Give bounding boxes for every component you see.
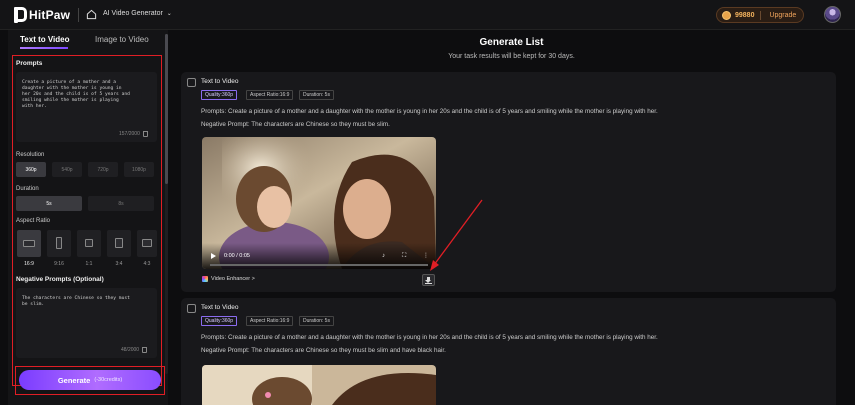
left-panel: Text to Video Image to Video Prompts Cre…: [8, 30, 168, 405]
enhancer-label: Video Enhancer >: [211, 276, 255, 282]
video-player[interactable]: [202, 365, 436, 405]
resolution-1080p[interactable]: 1080p: [124, 162, 154, 177]
video-player[interactable]: 0:00 / 0:05 ♪ ⛶ ⋮: [202, 137, 436, 269]
generate-highlight: Generate (-30credits): [15, 366, 165, 395]
resolution-360p[interactable]: 360p: [16, 162, 46, 177]
download-button[interactable]: [422, 274, 435, 286]
negative-counter: 48/2000: [121, 347, 148, 353]
generate-label: Generate: [57, 375, 91, 385]
credits-pill: 99880 Upgrade: [716, 7, 804, 23]
hitpaw-logo-icon: [14, 7, 27, 23]
aspect-16-9[interactable]: [17, 230, 41, 257]
quality-tag: Quality:360p: [201, 90, 238, 100]
video-progress-bar[interactable]: [210, 264, 428, 266]
resolution-540p[interactable]: 540p: [52, 162, 82, 177]
download-tray: [425, 283, 432, 284]
fullscreen-icon[interactable]: ⛶: [402, 253, 406, 260]
credits-value: 99880: [735, 11, 755, 19]
negative-prompts-label: Negative Prompts (Optional): [16, 276, 104, 283]
duration-5s[interactable]: 5s: [16, 196, 82, 211]
aspect-label-3-4: 3:4: [115, 261, 123, 267]
home-icon[interactable]: [86, 9, 97, 20]
chevron-down-icon: ⌄: [166, 11, 172, 17]
aspect-label-1-1: 1:1: [85, 261, 93, 267]
prompt-text: Create a picture of a mother and a daugh…: [22, 80, 130, 109]
aspect-ratio-label: Aspect Ratio: [16, 218, 51, 224]
card-negative-prompt: Negative Prompt: The characters are Chin…: [201, 121, 390, 128]
play-icon[interactable]: [211, 253, 216, 259]
card-prompt: Prompts: Create a picture of a mother an…: [201, 334, 658, 341]
resolution-label: Resolution: [16, 152, 45, 158]
video-time: 0:00 / 0:05: [224, 253, 250, 259]
card-title: Text to Video: [201, 304, 239, 311]
negative-count: 48/2000: [121, 347, 140, 353]
prompt-count: 157/2000: [119, 131, 140, 137]
generate-button[interactable]: Generate (-30credits): [19, 370, 161, 390]
prompt-textarea[interactable]: Create a picture of a mother and a daugh…: [16, 72, 157, 142]
ratio-1-1-icon: [85, 239, 93, 247]
volume-icon[interactable]: ♪: [382, 253, 385, 260]
ratio-3-4-icon: [115, 238, 123, 248]
logo-text: HitPaw: [29, 8, 71, 22]
aspect-3-4[interactable]: [107, 230, 131, 257]
aspect-tag: Aspect Ratio:16:9: [246, 90, 294, 100]
duration-label: Duration: [16, 186, 39, 192]
divider: [78, 8, 79, 22]
aspect-tag: Aspect Ratio:16:9: [246, 316, 294, 326]
divider: [760, 10, 762, 20]
more-options-icon[interactable]: ⋮: [423, 253, 429, 260]
product-title: AI Video Generator: [103, 10, 163, 17]
aspect-label-9-16: 9:16: [54, 261, 64, 267]
video-controls: 0:00 / 0:05 ♪ ⛶ ⋮: [202, 243, 436, 269]
page-subtitle: Your task results will be kept for 30 da…: [448, 53, 575, 60]
aspect-9-16[interactable]: [47, 230, 71, 257]
card-title: Text to Video: [201, 78, 239, 85]
negative-prompt-text: The characters are Chinese so they must …: [22, 296, 130, 307]
video-task-icon: [187, 78, 196, 87]
generate-cost: (-30credits): [94, 377, 123, 383]
video-thumbnail: [202, 365, 436, 405]
top-bar: HitPaw AI Video Generator ⌄ 99880 Upgrad…: [0, 0, 855, 30]
quality-tag: Quality:360p: [201, 316, 238, 326]
coin-icon: [722, 10, 731, 20]
duration-tag: Duration: 5s: [299, 316, 334, 326]
aspect-1-1[interactable]: [77, 230, 101, 257]
duration-8s[interactable]: 8s: [88, 196, 154, 211]
left-panel-scrollbar[interactable]: [165, 34, 168, 374]
aspect-label-16-9: 16:9: [24, 261, 34, 267]
prompt-counter: 157/2000: [119, 131, 148, 137]
product-switcher[interactable]: AI Video Generator ⌄: [103, 10, 172, 17]
page-title: Generate List: [479, 37, 544, 48]
card-negative-prompt: Negative Prompt: The characters are Chin…: [201, 347, 446, 354]
logo[interactable]: HitPaw: [14, 7, 70, 23]
negative-prompt-textarea[interactable]: The characters are Chinese so they must …: [16, 288, 157, 358]
video-enhancer-link[interactable]: Video Enhancer >: [202, 276, 255, 282]
task-card: Text to Video Quality:360p Aspect Ratio:…: [181, 72, 836, 292]
trash-icon[interactable]: [142, 131, 148, 137]
ratio-4-3-icon: [142, 239, 152, 247]
aspect-4-3[interactable]: [137, 230, 157, 257]
prompts-label: Prompts: [16, 60, 43, 67]
trash-icon[interactable]: [142, 347, 148, 353]
card-prompt: Prompts: Create a picture of a mother an…: [201, 108, 658, 115]
upgrade-link[interactable]: Upgrade: [769, 12, 796, 19]
download-icon: [425, 277, 431, 283]
duration-tag: Duration: 5s: [299, 90, 334, 100]
user-avatar[interactable]: [824, 6, 841, 23]
ratio-9-16-icon: [56, 237, 62, 249]
resolution-720p[interactable]: 720p: [88, 162, 118, 177]
enhancer-icon: [202, 276, 208, 282]
ratio-16-9-icon: [23, 240, 35, 247]
video-task-icon: [187, 304, 196, 313]
aspect-label-4-3: 4:3: [143, 261, 151, 267]
task-card: Text to Video Quality:360p Aspect Ratio:…: [181, 298, 836, 405]
